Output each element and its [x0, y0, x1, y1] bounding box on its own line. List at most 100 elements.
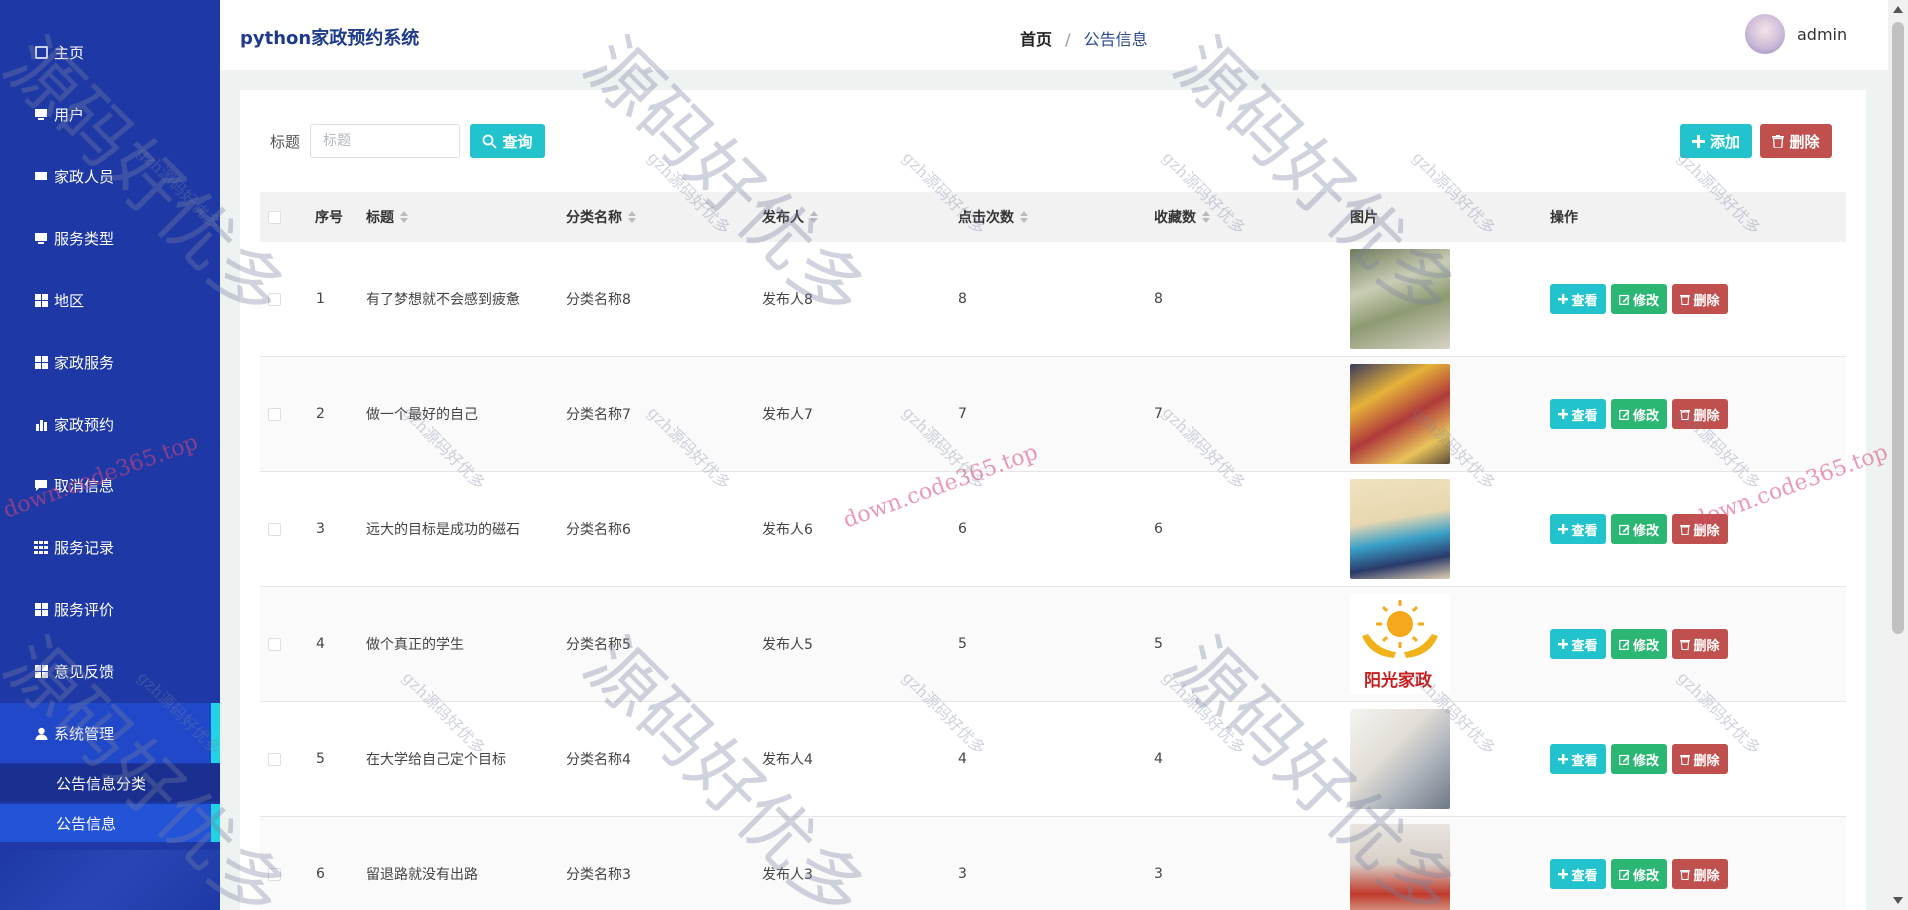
sidebar-subitem-notice-category[interactable]: 公告信息分类	[0, 764, 220, 802]
trash-icon	[1680, 869, 1691, 880]
header-favorites[interactable]: 收藏数	[1154, 192, 1210, 242]
search-input[interactable]	[310, 124, 460, 158]
view-button-label: 查看	[1571, 753, 1598, 769]
delete-button[interactable]: 删除	[1672, 284, 1728, 314]
row-category: 分类名称8	[566, 292, 631, 308]
row-publisher: 发布人6	[762, 522, 813, 538]
sunshine-housekeeping-logo: 阳光家政	[1350, 594, 1450, 694]
edit-button[interactable]: 修改	[1611, 514, 1667, 544]
delete-button[interactable]: 删除	[1672, 744, 1728, 774]
sidebar-item-staff[interactable]: 家政人员	[0, 151, 220, 201]
view-button[interactable]: 查看	[1550, 859, 1606, 889]
row-checkbox[interactable]	[268, 587, 281, 701]
edit-button[interactable]: 修改	[1611, 859, 1667, 889]
bar-chart-icon	[34, 417, 48, 431]
delete-button-label: 删除	[1693, 753, 1720, 769]
table-row: 3 远大的目标是成功的磁石 分类名称6 发布人6 6 6 查看 修改 删除	[260, 472, 1846, 587]
delete-button[interactable]: 删除	[1672, 629, 1728, 659]
edit-button[interactable]: 修改	[1611, 744, 1667, 774]
sort-icon[interactable]	[810, 211, 818, 223]
row-index: 3	[316, 521, 325, 537]
sort-icon[interactable]	[1020, 211, 1028, 223]
row-category: 分类名称5	[566, 637, 631, 653]
breadcrumb-home[interactable]: 首页	[1020, 30, 1052, 49]
edit-icon	[1619, 754, 1630, 765]
row-actions: 查看 修改 删除	[1550, 817, 1733, 910]
query-button[interactable]: 查询	[470, 124, 545, 158]
sidebar-item-service-review[interactable]: 服务评价	[0, 584, 220, 634]
delete-button[interactable]: 删除	[1672, 514, 1728, 544]
batch-delete-button[interactable]: 删除	[1760, 124, 1832, 158]
delete-button[interactable]: 删除	[1672, 399, 1728, 429]
sidebar-item-cancel-info[interactable]: 取消信息	[0, 460, 220, 510]
view-button[interactable]: 查看	[1550, 399, 1606, 429]
row-checkbox[interactable]	[268, 817, 281, 910]
sidebar-item-system[interactable]: 系统管理	[0, 703, 220, 763]
sort-icon[interactable]	[400, 211, 408, 223]
select-all-checkbox[interactable]	[268, 192, 281, 242]
user-menu[interactable]: admin	[1745, 14, 1847, 54]
trash-icon	[1680, 639, 1691, 650]
sidebar-item-booking[interactable]: 家政预约	[0, 399, 220, 449]
row-image: 阳光家政	[1350, 587, 1450, 701]
sort-icon[interactable]	[1202, 211, 1210, 223]
top-bar: python家政预约系统 首页 / 公告信息 admin	[220, 0, 1888, 70]
table-row: 5 在大学给自己定个目标 分类名称4 发布人4 4 4 查看 修改 删除	[260, 702, 1846, 817]
edit-icon	[1619, 524, 1630, 535]
interior-cleaning-photo	[1350, 824, 1450, 910]
header-publisher[interactable]: 发布人	[762, 192, 818, 242]
header-title[interactable]: 标题	[366, 192, 408, 242]
breadcrumb-separator: /	[1065, 30, 1071, 49]
view-button[interactable]: 查看	[1550, 284, 1606, 314]
row-category: 分类名称7	[566, 407, 631, 423]
sidebar-item-service-type[interactable]: 服务类型	[0, 213, 220, 263]
delete-button[interactable]: 删除	[1672, 859, 1728, 889]
view-button[interactable]: 查看	[1550, 629, 1606, 659]
header-category[interactable]: 分类名称	[566, 192, 636, 242]
edit-button[interactable]: 修改	[1611, 399, 1667, 429]
sidebar-item-feedback[interactable]: 意见反馈	[0, 646, 220, 696]
plus-icon	[1558, 754, 1569, 764]
row-actions: 查看 修改 删除	[1550, 702, 1733, 816]
sidebar-item-services[interactable]: 家政服务	[0, 337, 220, 387]
edit-button[interactable]: 修改	[1611, 284, 1667, 314]
header-clicks[interactable]: 点击次数	[958, 192, 1028, 242]
row-checkbox[interactable]	[268, 242, 281, 356]
row-checkbox[interactable]	[268, 472, 281, 586]
sidebar: 主页 用户 家政人员 服务类型 地区 家政服务 家政预约 取消信息 服务记录 服…	[0, 0, 220, 910]
edit-icon	[1619, 409, 1630, 420]
header-image: 图片	[1350, 210, 1378, 226]
avatar[interactable]	[1745, 14, 1785, 54]
row-publisher: 发布人8	[762, 292, 813, 308]
sort-icon[interactable]	[628, 211, 636, 223]
view-button-label: 查看	[1571, 523, 1598, 539]
row-checkbox[interactable]	[268, 357, 281, 471]
view-button[interactable]: 查看	[1550, 744, 1606, 774]
scroll-up-icon[interactable]	[1893, 6, 1903, 13]
add-button[interactable]: 添加	[1680, 124, 1752, 158]
header-publisher-label: 发布人	[762, 210, 804, 226]
edit-button[interactable]: 修改	[1611, 629, 1667, 659]
scrollbar-thumb[interactable]	[1892, 22, 1904, 634]
scroll-down-icon[interactable]	[1893, 897, 1903, 904]
page-scrollbar[interactable]	[1888, 0, 1908, 910]
sidebar-item-users[interactable]: 用户	[0, 89, 220, 139]
row-checkbox[interactable]	[268, 702, 281, 816]
grid-icon	[34, 602, 48, 616]
table-row: 6 留退路就没有出路 分类名称3 发布人3 3 3 查看 修改 删除	[260, 817, 1846, 910]
row-actions: 查看 修改 删除	[1550, 357, 1733, 471]
view-button[interactable]: 查看	[1550, 514, 1606, 544]
sidebar-item-service-record[interactable]: 服务记录	[0, 522, 220, 572]
breadcrumb: 首页 / 公告信息	[1020, 26, 1148, 50]
row-publisher: 发布人5	[762, 637, 813, 653]
trash-icon	[1680, 294, 1691, 305]
plus-icon	[1558, 524, 1569, 534]
sidebar-item-home[interactable]: 主页	[0, 27, 220, 77]
sidebar-item-region[interactable]: 地区	[0, 275, 220, 325]
header-favorites-label: 收藏数	[1154, 210, 1196, 226]
trash-icon	[1772, 134, 1785, 148]
sidebar-subitem-notice[interactable]: 公告信息	[0, 804, 220, 842]
user-name[interactable]: admin	[1797, 25, 1847, 44]
app-title: python家政预约系统	[240, 28, 420, 49]
sidebar-item-label: 家政人员	[54, 167, 115, 186]
